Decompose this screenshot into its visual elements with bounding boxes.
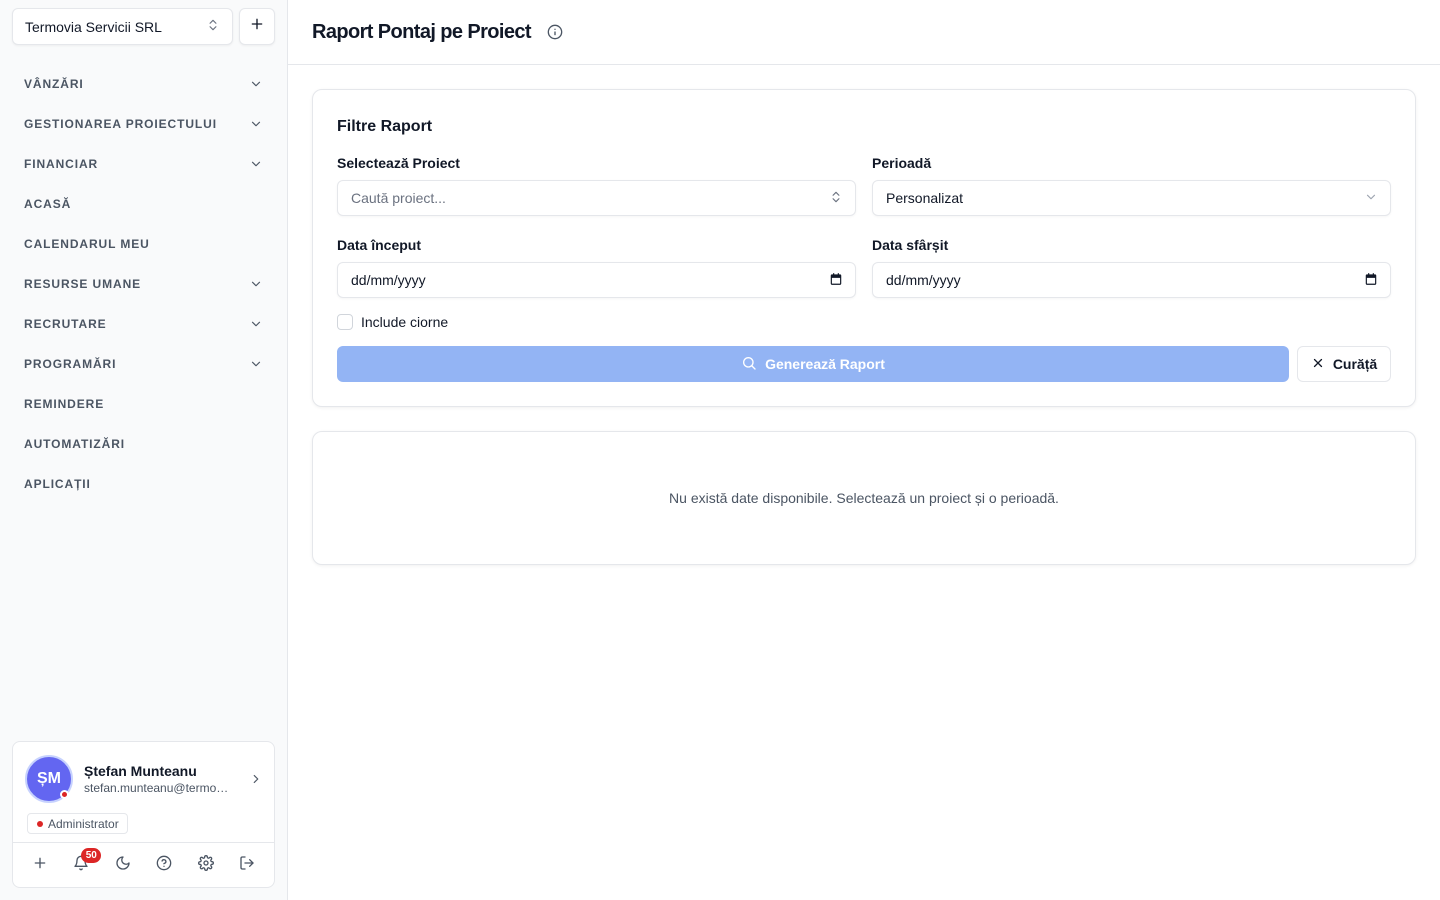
nav-item-label: APLICAȚII	[24, 477, 91, 491]
company-select[interactable]: Termovia Servicii SRL	[12, 8, 233, 45]
chevron-down-icon	[249, 117, 263, 131]
dark-mode-toggle[interactable]	[109, 852, 137, 880]
clear-filters-button[interactable]: Curăță	[1297, 346, 1391, 382]
nav-item-label: PROGRAMĂRI	[24, 357, 117, 371]
nav-item-label: CALENDARUL MEU	[24, 237, 150, 251]
plus-icon	[32, 855, 48, 876]
nav-item-label: FINANCIAR	[24, 157, 99, 171]
nav-item-label: ACASĂ	[24, 197, 72, 211]
company-name: Termovia Servicii SRL	[25, 18, 162, 35]
user-actions: 50	[13, 842, 274, 888]
chevron-down-icon	[249, 357, 263, 371]
end-date-input[interactable]: dd/mm/yyyy	[872, 262, 1391, 298]
user-info: Ștefan Munteanu stefan.munteanu@termovia…	[84, 763, 248, 796]
nav-item-aplicatii[interactable]: APLICAȚII	[12, 464, 275, 504]
nav-item-label: RESURSE UMANE	[24, 277, 142, 291]
generate-report-label: Generează Raport	[765, 356, 885, 372]
nav-item-programari[interactable]: PROGRAMĂRI	[12, 344, 275, 384]
gear-icon	[197, 855, 214, 876]
page-title: Raport Pontaj pe Proiect	[312, 20, 532, 43]
chevron-down-icon	[249, 317, 263, 331]
project-label: Selectează Proiect	[337, 155, 460, 171]
nav-item-gestionarea-proiectului[interactable]: GESTIONAREA PROIECTULUI	[12, 104, 275, 144]
chevron-right-icon	[248, 771, 264, 787]
generate-report-button[interactable]: Generează Raport	[337, 346, 1289, 382]
chevron-up-down-icon	[829, 190, 843, 207]
nav-item-label: GESTIONAREA PROIECTULUI	[24, 117, 217, 131]
logout-button[interactable]	[233, 852, 261, 880]
settings-button[interactable]	[192, 852, 220, 880]
nav-item-financiar[interactable]: FINANCIAR	[12, 144, 275, 184]
logout-icon	[239, 855, 255, 876]
role-dot	[37, 821, 43, 827]
nav-item-label: RECRUTARE	[24, 317, 107, 331]
user-name: Ștefan Munteanu	[84, 762, 197, 779]
period-label: Perioadă	[872, 155, 932, 171]
project-search-combobox[interactable]: Caută proiect...	[337, 180, 856, 216]
search-icon	[741, 355, 757, 374]
sidebar: Termovia Servicii SRL VÂNZĂRI GESTIONARE…	[0, 0, 288, 900]
help-circle-icon	[156, 855, 172, 876]
page-header: Raport Pontaj pe Proiect	[288, 0, 1440, 65]
add-company-button[interactable]	[239, 8, 275, 45]
include-drafts-row[interactable]: Include ciorne	[337, 314, 448, 330]
user-card: ȘM Ștefan Munteanu stefan.munteanu@termo…	[12, 741, 275, 888]
notifications-count-badge: 50	[81, 847, 102, 863]
nav-item-remindere[interactable]: REMINDERE	[12, 384, 275, 424]
clear-filters-label: Curăță	[1332, 356, 1378, 372]
avatar: ȘM	[25, 755, 73, 803]
calendar-icon[interactable]	[1364, 272, 1378, 289]
nav-item-resurse-umane[interactable]: RESURSE UMANE	[12, 264, 275, 304]
chevron-down-icon	[249, 157, 263, 171]
info-icon[interactable]	[547, 24, 563, 40]
role-badge: Administrator	[27, 813, 128, 834]
nav-item-label: AUTOMATIZĂRI	[24, 437, 126, 451]
include-drafts-label: Include ciorne	[361, 314, 449, 330]
avatar-initials: ȘM	[37, 770, 61, 787]
include-drafts-checkbox[interactable]	[337, 314, 353, 330]
sidebar-nav: VÂNZĂRI GESTIONAREA PROIECTULUI FINANCIA…	[12, 64, 275, 504]
project-search-placeholder: Caută proiect...	[351, 190, 446, 206]
plus-icon	[249, 16, 265, 37]
nav-item-label: REMINDERE	[24, 397, 105, 411]
user-email: stefan.munteanu@termovia.ro	[84, 780, 234, 795]
filters-title: Filtre Raport	[337, 118, 433, 135]
role-label: Administrator	[48, 816, 119, 831]
start-date-label: Data început	[337, 237, 422, 253]
end-date-value: dd/mm/yyyy	[886, 272, 961, 288]
user-profile-button[interactable]: ȘM Ștefan Munteanu stefan.munteanu@termo…	[25, 754, 264, 804]
moon-icon	[115, 855, 131, 876]
empty-state-message: Nu există date disponibile. Selectează u…	[669, 490, 1059, 506]
chevron-up-down-icon	[206, 18, 220, 35]
period-value: Personalizat	[886, 190, 964, 206]
company-switcher-row: Termovia Servicii SRL	[12, 8, 275, 45]
status-dot	[60, 790, 69, 799]
close-icon	[1311, 356, 1325, 373]
nav-item-recrutare[interactable]: RECRUTARE	[12, 304, 275, 344]
nav-item-automatizari[interactable]: AUTOMATIZĂRI	[12, 424, 275, 464]
main-content: Raport Pontaj pe Proiect Filtre Raport S…	[288, 0, 1440, 900]
calendar-icon[interactable]	[829, 272, 843, 289]
end-date-label: Data sfârșit	[872, 237, 949, 253]
filters-card: Filtre Raport Selectează Proiect Caută p…	[312, 89, 1416, 407]
chevron-down-icon	[249, 77, 263, 91]
nav-item-calendarul-meu[interactable]: CALENDARUL MEU	[12, 224, 275, 264]
help-button[interactable]	[150, 852, 178, 880]
notifications-button[interactable]: 50	[67, 847, 102, 880]
results-card: Nu există date disponibile. Selectează u…	[312, 431, 1416, 565]
quick-add-button[interactable]	[26, 852, 54, 880]
nav-item-acasa[interactable]: ACASĂ	[12, 184, 275, 224]
nav-item-vanzari[interactable]: VÂNZĂRI	[12, 64, 275, 104]
nav-item-label: VÂNZĂRI	[24, 77, 84, 91]
start-date-value: dd/mm/yyyy	[351, 272, 426, 288]
chevron-down-icon	[1364, 190, 1378, 207]
period-select[interactable]: Personalizat	[872, 180, 1391, 216]
chevron-down-icon	[249, 277, 263, 291]
start-date-input[interactable]: dd/mm/yyyy	[337, 262, 856, 298]
